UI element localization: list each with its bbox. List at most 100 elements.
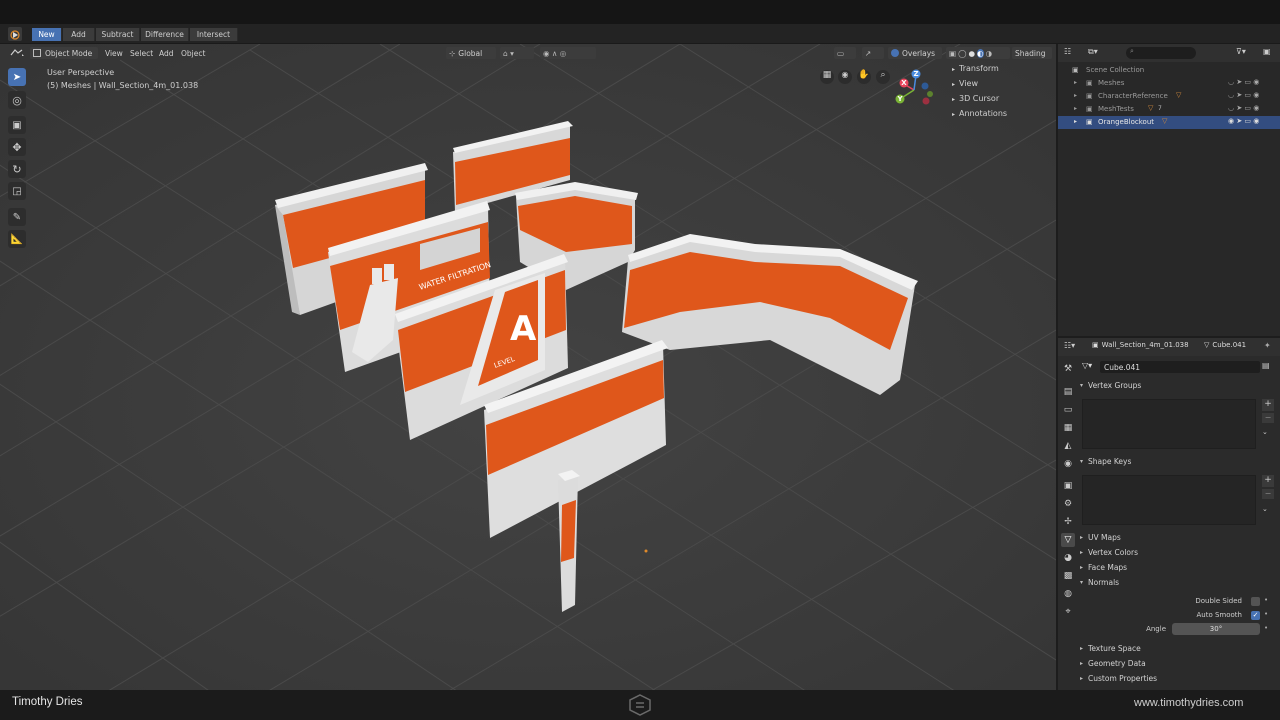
render-tab-icon[interactable]: ▤ — [1061, 385, 1075, 399]
boolean-add-button[interactable]: Add — [63, 28, 95, 41]
keyframe-dot-icon[interactable]: • — [1264, 610, 1268, 618]
material-shading-icon[interactable]: ◐ — [977, 48, 984, 58]
particles-tab-icon[interactable]: ✢ — [1061, 515, 1075, 529]
fake-user-icon[interactable]: ▤ — [1262, 361, 1274, 373]
boolean-difference-button[interactable]: Difference — [141, 28, 189, 41]
measure-tool[interactable]: 📐 — [8, 230, 26, 248]
new-collection-icon[interactable]: ▣ — [1263, 47, 1275, 59]
constraints-tab-icon[interactable]: ⌖ — [1061, 605, 1075, 619]
display-mode-icon[interactable]: ⧉▾ — [1088, 47, 1108, 59]
gizmo-dropdown[interactable]: ↗ — [862, 47, 884, 59]
boolean-tool-bar: New Add Subtract Difference Intersect — [0, 24, 1280, 44]
visibility-eye-icon[interactable]: ◡ ➤ ▭ ◉ — [1228, 78, 1259, 86]
normals-panel-header[interactable]: ▾ Normals — [1080, 575, 1276, 589]
texture-tab-icon[interactable]: ▩ — [1061, 569, 1075, 583]
shading-dropdown[interactable]: Shading — [1012, 47, 1052, 59]
pan-view-button[interactable]: ✋ — [857, 70, 871, 84]
zoom-view-button[interactable]: ⌕ — [876, 70, 890, 84]
boolean-subtract-button[interactable]: Subtract — [96, 28, 140, 41]
annotate-tool[interactable]: ✎ — [8, 208, 26, 226]
view-menu[interactable]: View — [102, 47, 126, 59]
uv-maps-panel-header[interactable]: ▸ UV Maps — [1080, 530, 1276, 544]
shape-key-specials-icon[interactable]: ⌄ — [1262, 505, 1274, 517]
face-maps-panel-header[interactable]: ▸ Face Maps — [1080, 560, 1276, 574]
vertex-colors-panel-header[interactable]: ▸ Vertex Colors — [1080, 545, 1276, 559]
outliner-editor-icon[interactable]: ☷ — [1064, 47, 1084, 59]
toggle-camera-grid-button[interactable]: ▦ — [820, 70, 834, 84]
object-tab-icon[interactable]: ▣ — [1061, 479, 1075, 493]
boolean-intersect-button[interactable]: Intersect — [190, 28, 238, 41]
double-sided-checkbox[interactable] — [1251, 597, 1260, 606]
outliner-row-scene[interactable]: ▣ Scene Collection — [1058, 64, 1280, 77]
3d-viewport[interactable]: WATER FILTRATION A LEVEL — [0, 44, 1056, 690]
proportional-editing[interactable]: ◉ ∧ ◎ — [540, 47, 596, 59]
outliner-row-characterreference[interactable]: ▸ ▣ CharacterReference ▽ ◡ ➤ ▭ ◉ — [1058, 90, 1280, 103]
add-shape-key-button[interactable]: + — [1262, 475, 1274, 487]
visibility-eye-icon[interactable]: ◡ ➤ ▭ ◉ — [1228, 91, 1259, 99]
modifiers-tab-icon[interactable]: ⚙ — [1061, 497, 1075, 511]
transform-orientation-dropdown[interactable]: ⊹ Global — [446, 47, 496, 59]
navigation-gizmo[interactable]: X Y Z — [890, 68, 940, 112]
keyframe-dot-icon[interactable]: • — [1264, 596, 1268, 604]
filter-icon[interactable]: ⊽▾ — [1236, 47, 1258, 59]
snap-toggle[interactable]: ⌂ ▾ — [500, 47, 534, 59]
vertex-groups-list[interactable] — [1082, 399, 1256, 449]
outliner-row-orangeblockout[interactable]: ▸ ▣ OrangeBlockout ▽ ◉ ➤ ▭ ◉ — [1058, 116, 1280, 129]
visibility-eye-icon[interactable]: ◡ ➤ ▭ ◉ — [1228, 104, 1259, 112]
n-panel-3d-cursor[interactable]: ▸ 3D Cursor — [952, 94, 999, 103]
output-tab-icon[interactable]: ▭ — [1061, 403, 1075, 417]
add-menu[interactable]: Add — [156, 47, 177, 59]
vertex-group-specials-icon[interactable]: ⌄ — [1262, 428, 1274, 440]
xray-icon[interactable]: ▣ — [949, 49, 956, 58]
select-menu[interactable]: Select — [127, 47, 156, 59]
solid-shading-icon[interactable]: ● — [969, 49, 976, 58]
select-box-tool[interactable]: ➤ — [8, 68, 26, 86]
n-panel-annotations[interactable]: ▸ Annotations — [952, 109, 1007, 118]
angle-field[interactable]: 30° — [1172, 623, 1260, 635]
keyframe-dot-icon[interactable]: • — [1264, 624, 1268, 632]
mesh-data-tab-icon[interactable]: ▽ — [1061, 533, 1075, 547]
tool-cursor-icon[interactable] — [8, 27, 22, 41]
auto-smooth-checkbox[interactable]: ✓ — [1251, 611, 1260, 620]
cursor-tool[interactable]: ◎ — [8, 91, 26, 109]
mesh-datablock-icon[interactable]: ▽▾ — [1082, 361, 1096, 373]
shape-keys-list[interactable] — [1082, 475, 1256, 525]
viewport-visibility-dropdown[interactable]: ▭ — [834, 47, 856, 59]
geometry-data-panel-header[interactable]: ▸ Geometry Data — [1080, 656, 1276, 670]
remove-shape-key-button[interactable]: − — [1262, 489, 1274, 499]
properties-editor-icon[interactable]: ☷▾ — [1064, 341, 1075, 350]
rendered-shading-icon[interactable]: ◑ — [986, 49, 993, 58]
outliner-row-meshtests[interactable]: ▸ ▣ MeshTests ▽ 7 ◡ ➤ ▭ ◉ — [1058, 103, 1280, 116]
vertex-groups-panel-header[interactable]: ▾ Vertex Groups — [1080, 378, 1276, 392]
transform-tool[interactable]: ▣ — [8, 116, 26, 134]
object-mode-dropdown[interactable]: Object Mode — [30, 47, 98, 59]
overlays-dropdown[interactable]: Overlays — [888, 47, 942, 59]
wireframe-shading-icon[interactable]: ◯ — [958, 49, 966, 58]
outliner-search-input[interactable]: ⌕ — [1126, 47, 1196, 59]
texture-space-panel-header[interactable]: ▸ Texture Space — [1080, 641, 1276, 655]
view-layer-tab-icon[interactable]: ▦ — [1061, 421, 1075, 435]
custom-properties-panel-header[interactable]: ▸ Custom Properties — [1080, 671, 1276, 685]
remove-vertex-group-button[interactable]: − — [1262, 413, 1274, 423]
material-tab-icon[interactable]: ◕ — [1061, 551, 1075, 565]
outliner-row-meshes[interactable]: ▸ ▣ Meshes ◡ ➤ ▭ ◉ — [1058, 77, 1280, 90]
pin-icon[interactable]: ✦ — [1264, 341, 1271, 350]
editor-type-icon[interactable] — [6, 47, 28, 59]
move-tool[interactable]: ✥ — [8, 138, 26, 156]
scale-tool[interactable]: ◲ — [8, 182, 26, 200]
scene-tab-icon[interactable]: ◭ — [1061, 439, 1075, 453]
add-vertex-group-button[interactable]: + — [1262, 399, 1274, 411]
camera-view-button[interactable]: ◉ — [838, 70, 852, 84]
mesh-name-field[interactable]: Cube.041 — [1100, 361, 1260, 373]
rotate-tool[interactable]: ↻ — [8, 160, 26, 178]
shape-keys-panel-header[interactable]: ▾ Shape Keys — [1080, 454, 1276, 468]
n-panel-view[interactable]: ▸ View — [952, 79, 978, 88]
n-panel-transform[interactable]: ▸ Transform — [952, 64, 999, 73]
tool-tab-icon[interactable]: ⚒ — [1061, 362, 1075, 376]
physics-tab-icon[interactable]: ◍ — [1061, 587, 1075, 601]
visibility-eye-icon[interactable]: ◉ ➤ ▭ ◉ — [1228, 117, 1259, 125]
shading-mode-buttons[interactable]: ▣ ◯ ● ◐ ◑ — [946, 47, 1010, 59]
boolean-new-button[interactable]: New — [32, 28, 62, 41]
object-menu[interactable]: Object — [178, 47, 208, 59]
world-tab-icon[interactable]: ◉ — [1061, 457, 1075, 471]
